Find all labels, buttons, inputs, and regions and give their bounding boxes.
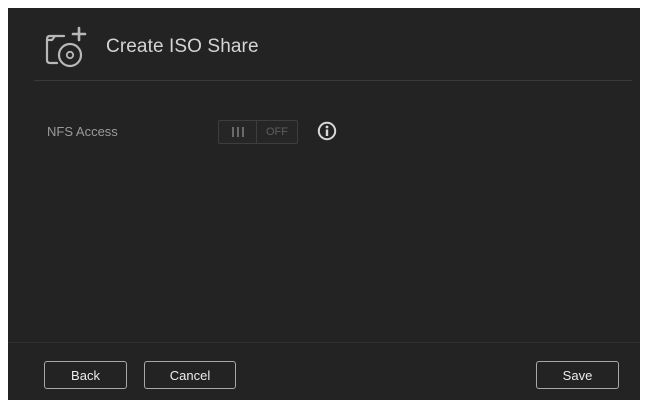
header-divider — [34, 80, 632, 81]
info-icon[interactable] — [317, 121, 337, 141]
toggle-state-label: OFF — [266, 126, 288, 138]
toggle-grip-icon — [219, 121, 257, 143]
dialog-header: Create ISO Share — [8, 8, 640, 80]
nfs-access-label: NFS Access — [47, 124, 118, 139]
back-button[interactable]: Back — [44, 361, 127, 389]
nfs-access-toggle[interactable]: OFF — [218, 120, 298, 144]
save-button[interactable]: Save — [536, 361, 619, 389]
page-title: Create ISO Share — [106, 36, 259, 57]
cancel-button[interactable]: Cancel — [144, 361, 236, 389]
disc-share-add-icon — [42, 24, 90, 70]
create-iso-share-dialog: Create ISO Share NFS Access OFF Back Can… — [8, 8, 640, 400]
footer-divider — [8, 342, 640, 343]
